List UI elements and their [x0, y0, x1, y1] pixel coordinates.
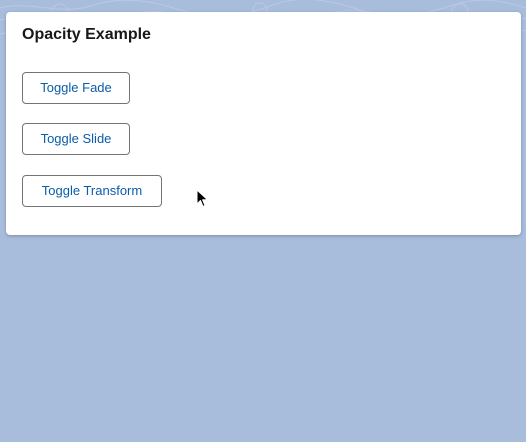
toggle-fade-button[interactable]: Toggle Fade — [22, 72, 130, 104]
card-title: Opacity Example — [22, 26, 151, 43]
toggle-transform-button[interactable]: Toggle Transform — [22, 175, 162, 207]
toggle-slide-button[interactable]: Toggle Slide — [22, 123, 130, 155]
mouse-pointer-icon — [196, 189, 208, 207]
opacity-example-card: Opacity Example Toggle Fade Toggle Slide… — [6, 12, 521, 235]
page: { "card": { "title": "Opacity Example", … — [0, 0, 526, 442]
